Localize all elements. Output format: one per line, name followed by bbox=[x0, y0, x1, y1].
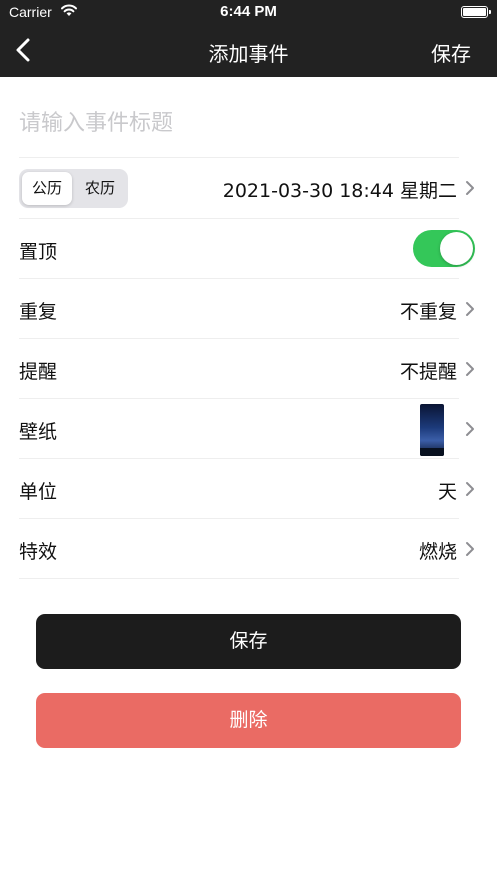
reminder-row[interactable]: 提醒 不提醒 bbox=[19, 338, 474, 398]
chevron-right-icon bbox=[466, 482, 474, 496]
battery-icon bbox=[461, 6, 491, 18]
effect-label: 特效 bbox=[19, 541, 58, 563]
reminder-value: 不提醒 bbox=[399, 361, 457, 383]
chevron-right-icon bbox=[466, 362, 474, 376]
pin-row: 置顶 bbox=[19, 218, 475, 278]
save-button[interactable]: 保存 bbox=[36, 614, 461, 669]
reminder-label: 提醒 bbox=[19, 361, 58, 383]
delete-button[interactable]: 删除 bbox=[36, 693, 461, 748]
wallpaper-label: 壁纸 bbox=[19, 421, 58, 443]
repeat-value: 不重复 bbox=[399, 301, 457, 323]
unit-label: 单位 bbox=[19, 481, 58, 503]
top-bar: Carrier 6:44 PM 添加事件 保存 bbox=[0, 0, 497, 77]
repeat-row[interactable]: 重复 不重复 bbox=[19, 278, 474, 338]
pin-toggle[interactable] bbox=[413, 230, 475, 267]
divider bbox=[19, 578, 459, 579]
chevron-right-icon bbox=[466, 542, 474, 556]
wallpaper-row[interactable]: 壁纸 bbox=[19, 398, 474, 458]
pin-label: 置顶 bbox=[19, 241, 58, 263]
status-time: 6:44 PM bbox=[220, 3, 277, 20]
status-bar: Carrier 6:44 PM bbox=[0, 0, 497, 24]
nav-save-button[interactable]: 保存 bbox=[431, 38, 471, 67]
segment-lunar[interactable]: 农历 bbox=[75, 172, 125, 205]
date-row[interactable]: 公历 农历 2021-03-30 18:44 星期二 bbox=[19, 157, 474, 217]
unit-value: 天 bbox=[437, 481, 457, 503]
toggle-knob bbox=[440, 232, 473, 265]
chevron-right-icon bbox=[466, 302, 474, 316]
page-title: 添加事件 bbox=[208, 42, 289, 66]
segment-solar[interactable]: 公历 bbox=[22, 172, 72, 205]
wallpaper-thumbnail bbox=[420, 404, 444, 456]
navigation-bar: 添加事件 保存 bbox=[0, 24, 497, 77]
chevron-right-icon bbox=[466, 181, 474, 195]
chevron-right-icon bbox=[466, 422, 474, 436]
calendar-type-segmented-control[interactable]: 公历 农历 bbox=[19, 169, 128, 208]
effect-row[interactable]: 特效 燃烧 bbox=[19, 518, 474, 578]
repeat-label: 重复 bbox=[19, 301, 58, 323]
effect-value: 燃烧 bbox=[418, 541, 457, 563]
unit-row[interactable]: 单位 天 bbox=[19, 458, 474, 518]
event-title-input[interactable] bbox=[19, 98, 479, 148]
date-value[interactable]: 2021-03-30 18:44 星期二 bbox=[223, 176, 457, 203]
